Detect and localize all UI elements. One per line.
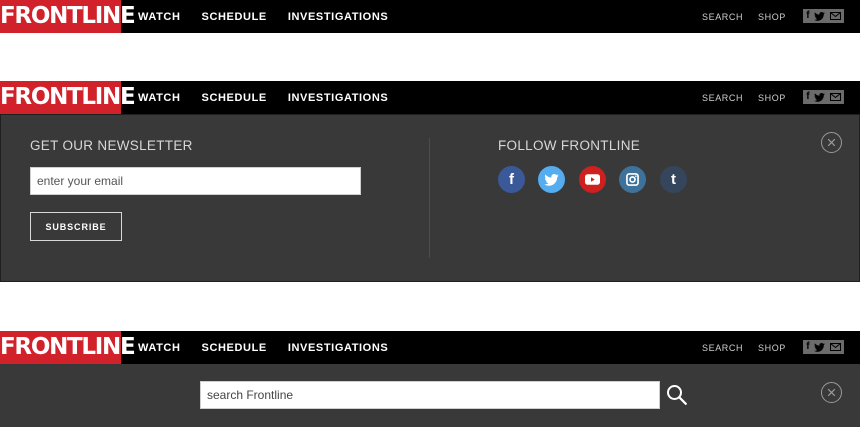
twitter-icon[interactable] [814, 342, 826, 352]
mail-icon[interactable] [829, 12, 841, 20]
mail-icon[interactable] [829, 93, 841, 101]
nav-investigations[interactable]: INVESTIGATIONS [288, 92, 388, 104]
instagram-button[interactable] [619, 166, 646, 193]
twitter-icon [544, 173, 559, 186]
close-newsletter-button[interactable] [821, 132, 842, 153]
nav-watch[interactable]: WATCH [138, 11, 181, 23]
nav-watch[interactable]: WATCH [138, 342, 181, 354]
email-field[interactable] [30, 167, 361, 195]
twitter-icon[interactable] [814, 11, 826, 21]
twitter-icon[interactable] [814, 92, 826, 102]
utility-search: SEARCH [702, 331, 743, 364]
close-search-button[interactable] [821, 382, 842, 403]
youtube-button[interactable] [579, 166, 606, 193]
facebook-button[interactable]: f [498, 166, 525, 193]
tumblr-button[interactable]: t [660, 166, 687, 193]
social-links: f [803, 90, 844, 104]
site-header-search-state: FRONTLINE WATCH SCHEDULE INVESTIGATIONS … [0, 331, 860, 364]
close-icon [827, 138, 836, 147]
search-link[interactable]: SEARCH [702, 12, 743, 22]
frontline-logo[interactable]: FRONTLINE [0, 0, 136, 33]
newsletter-heading: GET OUR NEWSLETTER [30, 138, 193, 153]
main-nav: WATCH SCHEDULE INVESTIGATIONS [138, 0, 388, 33]
utility-shop: SHOP [758, 0, 786, 33]
site-header: FRONTLINE WATCH SCHEDULE INVESTIGATIONS … [0, 0, 860, 33]
facebook-icon: f [509, 171, 514, 188]
tumblr-icon: t [671, 171, 676, 188]
mail-icon[interactable] [829, 343, 841, 351]
subscribe-button[interactable]: SUBSCRIBE [30, 212, 122, 241]
instagram-icon [626, 173, 639, 186]
youtube-icon [585, 174, 600, 185]
search-link[interactable]: SEARCH [702, 343, 743, 353]
close-icon [827, 388, 836, 397]
utility-shop: SHOP [758, 331, 786, 364]
twitter-button[interactable] [538, 166, 565, 193]
site-header-newsletter-state: FRONTLINE WATCH SCHEDULE INVESTIGATIONS … [0, 81, 860, 114]
utility-search: SEARCH [702, 0, 743, 33]
nav-watch[interactable]: WATCH [138, 92, 181, 104]
facebook-icon[interactable]: f [806, 340, 809, 354]
follow-heading: FOLLOW FRONTLINE [498, 138, 641, 153]
frontline-logo[interactable]: FRONTLINE [0, 81, 136, 114]
nav-investigations[interactable]: INVESTIGATIONS [288, 11, 388, 23]
main-nav: WATCH SCHEDULE INVESTIGATIONS [138, 331, 388, 364]
facebook-icon[interactable]: f [806, 90, 809, 104]
nav-schedule[interactable]: SCHEDULE [202, 92, 267, 104]
frontline-logo[interactable]: FRONTLINE [0, 331, 136, 364]
search-icon [667, 385, 687, 405]
shop-link[interactable]: SHOP [758, 93, 786, 103]
search-input[interactable] [200, 381, 660, 409]
nav-schedule[interactable]: SCHEDULE [202, 11, 267, 23]
nav-investigations[interactable]: INVESTIGATIONS [288, 342, 388, 354]
panel-divider [429, 138, 430, 258]
social-links: f [803, 340, 844, 354]
nav-schedule[interactable]: SCHEDULE [202, 342, 267, 354]
shop-link[interactable]: SHOP [758, 343, 786, 353]
main-nav: WATCH SCHEDULE INVESTIGATIONS [138, 81, 388, 114]
search-submit-button[interactable] [666, 384, 688, 406]
search-link[interactable]: SEARCH [702, 93, 743, 103]
shop-link[interactable]: SHOP [758, 12, 786, 22]
facebook-icon[interactable]: f [806, 9, 809, 23]
utility-shop: SHOP [758, 81, 786, 114]
social-links: f [803, 9, 844, 23]
utility-search: SEARCH [702, 81, 743, 114]
